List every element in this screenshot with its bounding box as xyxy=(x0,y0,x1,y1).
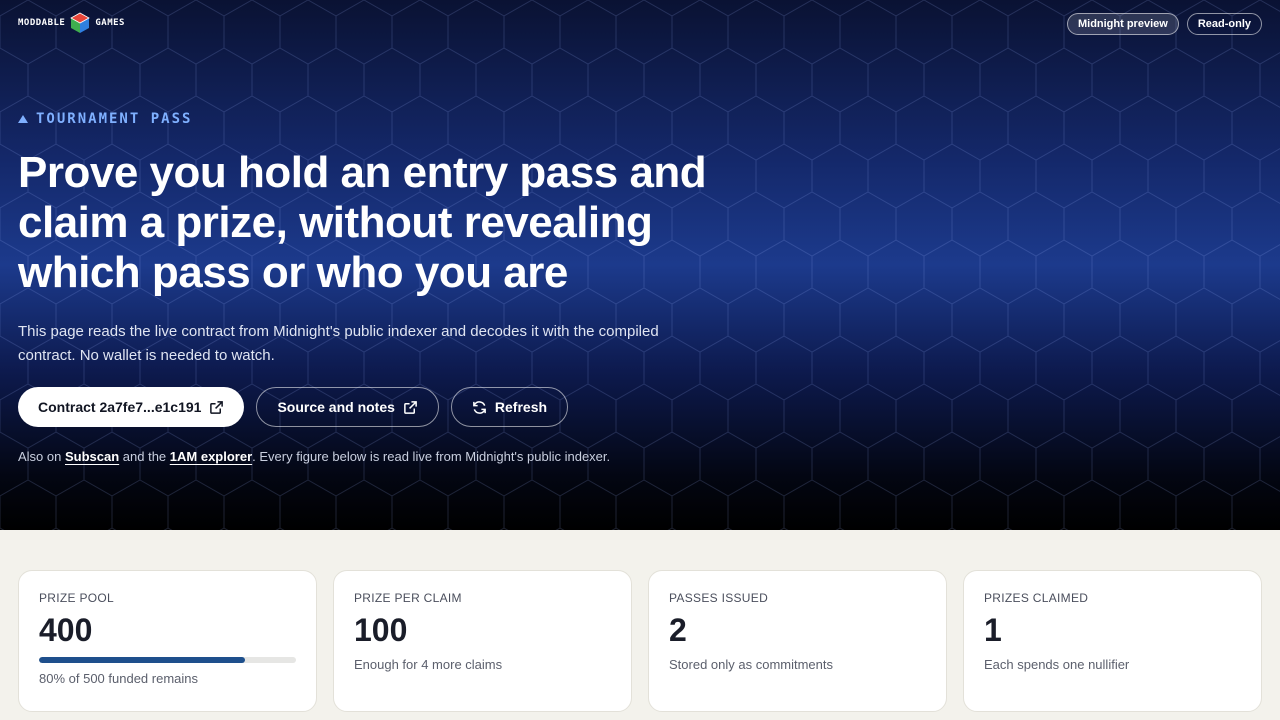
stat-sub: 80% of 500 funded remains xyxy=(39,671,198,686)
source-notes-button[interactable]: Source and notes xyxy=(256,387,439,427)
title-line-2: claim a prize, without revealing xyxy=(18,198,653,247)
stat-value: 400 xyxy=(39,612,93,648)
contract-button[interactable]: Contract 2a7fe7...e1c191 xyxy=(18,387,245,427)
refresh-icon xyxy=(473,400,486,414)
footnote-prefix: Also on xyxy=(18,449,65,464)
cube-icon xyxy=(70,12,91,33)
header-pills: Midnight preview Read-only xyxy=(1066,13,1262,35)
stat-value: 1 xyxy=(984,612,1002,648)
stats-row: PRIZE POOL 400 80% of 500 funded remains… xyxy=(18,570,1262,712)
external-link-icon xyxy=(404,400,417,414)
footnote: Also on Subscan and the 1AM explorer. Ev… xyxy=(18,449,610,464)
title-line-3: which pass or who you are xyxy=(18,248,568,297)
brand-name-right: GAMES xyxy=(95,18,125,28)
midnight-preview-pill[interactable]: Midnight preview xyxy=(1066,13,1179,35)
refresh-label: Refresh xyxy=(494,399,548,415)
refresh-button[interactable]: Refresh xyxy=(450,387,569,427)
stat-label: PASSES ISSUED xyxy=(669,591,769,605)
progress-fill xyxy=(39,657,245,663)
stat-card-prize-pool: PRIZE POOL 400 80% of 500 funded remains xyxy=(18,570,317,712)
read-only-pill[interactable]: Read-only xyxy=(1186,13,1262,35)
stat-sub: Enough for 4 more claims xyxy=(354,657,503,672)
brand-name-left: MODDABLE xyxy=(18,18,66,28)
action-buttons: Contract 2a7fe7...e1c191 Source and note… xyxy=(18,387,569,427)
page-title: Prove you hold an entry pass and claim a… xyxy=(18,148,718,298)
subscan-link[interactable]: Subscan xyxy=(65,449,119,464)
stat-sub: Each spends one nullifier xyxy=(984,657,1130,672)
contract-button-label: Contract 2a7fe7...e1c191 xyxy=(38,399,202,415)
source-notes-label: Source and notes xyxy=(277,399,395,415)
stat-card-prize-per-claim: PRIZE PER CLAIM 100 Enough for 4 more cl… xyxy=(333,570,632,712)
stat-card-passes-issued: PASSES ISSUED 2 Stored only as commitmen… xyxy=(648,570,947,712)
stat-label: PRIZE POOL xyxy=(39,591,115,605)
footnote-middle: and the xyxy=(119,449,170,464)
triangle-icon xyxy=(18,115,28,123)
footnote-suffix: . Every figure below is read live from M… xyxy=(252,449,611,464)
hero-section: MODDABLE GAMES Midnight preview Read-onl… xyxy=(0,0,1280,530)
stat-value: 2 xyxy=(669,612,687,648)
eyebrow: TOURNAMENT PASS xyxy=(18,111,192,127)
external-link-icon xyxy=(210,400,224,414)
intro-text: This page reads the live contract from M… xyxy=(18,323,659,364)
stat-card-prizes-claimed: PRIZES CLAIMED 1 Each spends one nullifi… xyxy=(963,570,1262,712)
stat-label: PRIZE PER CLAIM xyxy=(354,591,462,605)
title-line-1: Prove you hold an entry pass and xyxy=(18,148,707,197)
stat-sub: Stored only as commitments xyxy=(669,657,834,672)
stat-value: 100 xyxy=(354,612,408,648)
stat-label: PRIZES CLAIMED xyxy=(984,591,1089,605)
brand-logo[interactable]: MODDABLE GAMES xyxy=(18,12,125,34)
explorer-link[interactable]: 1AM explorer xyxy=(170,449,252,464)
eyebrow-label: TOURNAMENT PASS xyxy=(36,111,193,127)
prize-pool-progress-bar xyxy=(39,657,296,663)
